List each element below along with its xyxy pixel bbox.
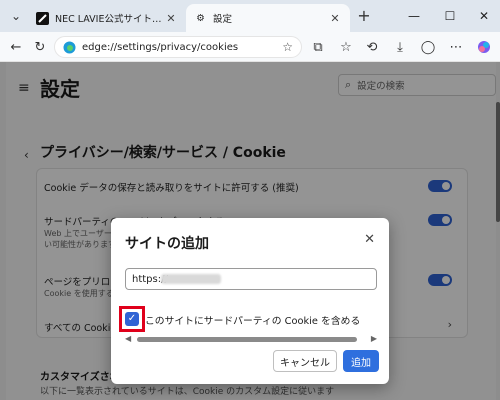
add-button[interactable]: 追加 [343, 350, 379, 372]
gear-icon: ⚙ [196, 12, 205, 24]
scrollbar-thumb[interactable] [137, 337, 357, 342]
history-icon[interactable]: ⟲ [362, 37, 382, 57]
more-menu-icon[interactable]: ⋯ [446, 37, 466, 57]
close-window-button[interactable]: ✕ [474, 6, 494, 26]
dialog-title: サイトの追加 [125, 236, 209, 252]
tab-nec[interactable]: NEC LAVIE公式サイト > サービス＆サポ ✕ [28, 4, 186, 32]
tab-settings[interactable]: ⚙ 設定 ✕ [186, 4, 350, 32]
include-third-party-label[interactable]: このサイトにサードパーティの Cookie を含める [145, 313, 360, 327]
minimize-button[interactable]: — [404, 6, 424, 26]
profile-icon[interactable]: ◯ [418, 37, 438, 57]
maximize-button[interactable]: ☐ [440, 6, 460, 26]
add-site-dialog: サイトの追加 ✕ ✓ このサイトにサードパーティの Cookie を含める ◀ … [111, 218, 389, 384]
favorites-icon[interactable]: ☆ [336, 37, 356, 57]
close-tab-icon[interactable]: ✕ [164, 12, 178, 25]
edge-logo-icon [63, 41, 76, 53]
back-arrow-icon[interactable]: ← [6, 37, 26, 57]
favorite-star-icon[interactable]: ☆ [282, 40, 293, 54]
cancel-button[interactable]: キャンセル [273, 350, 337, 372]
close-icon[interactable]: ✕ [364, 232, 375, 247]
new-tab-button[interactable]: + [354, 6, 374, 26]
close-tab-icon[interactable]: ✕ [328, 12, 342, 25]
browser-toolbar: ← ↻ edge://settings/privacy/cookies ☆ ⧉ … [0, 32, 500, 62]
extensions-icon[interactable]: ⧉ [308, 37, 328, 57]
download-icon[interactable]: ⤓ [390, 37, 410, 57]
blurred-url-text [161, 274, 221, 284]
tab-title: NEC LAVIE公式サイト > サービス＆サポ [55, 14, 164, 25]
address-bar[interactable]: edge://settings/privacy/cookies ☆ [54, 36, 302, 58]
dialog-horizontal-scrollbar[interactable]: ◀ ▶ [125, 334, 377, 344]
tab-title: 設定 [213, 14, 233, 25]
include-third-party-checkbox[interactable]: ✓ [125, 312, 139, 326]
refresh-icon[interactable]: ↻ [30, 37, 50, 57]
scroll-right-icon[interactable]: ▶ [371, 334, 377, 343]
tab-strip: ⌄ NEC LAVIE公式サイト > サービス＆サポ ✕ ⚙ 設定 ✕ + — … [0, 0, 500, 32]
address-text: edge://settings/privacy/cookies [82, 41, 239, 53]
scroll-left-icon[interactable]: ◀ [125, 334, 131, 343]
tab-actions-chevron-icon[interactable]: ⌄ [6, 6, 26, 26]
nec-favicon-icon [36, 11, 49, 25]
copilot-icon[interactable] [474, 37, 494, 57]
